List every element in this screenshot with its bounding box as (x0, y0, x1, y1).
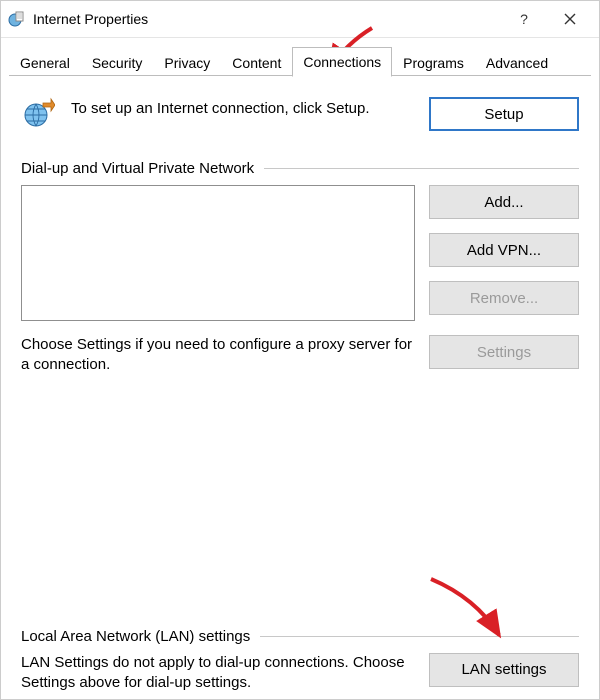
lan-heading: Local Area Network (LAN) settings (21, 628, 250, 645)
tabstrip: General Security Privacy Content Connect… (1, 38, 599, 77)
close-button[interactable] (547, 4, 593, 34)
tab-connections[interactable]: Connections (292, 47, 392, 77)
remove-button: Remove... (429, 281, 579, 315)
setup-button[interactable]: Setup (429, 97, 579, 131)
tab-content[interactable]: Content (221, 48, 292, 77)
add-button[interactable]: Add... (429, 185, 579, 219)
dialup-connections-listbox[interactable] (21, 185, 415, 321)
divider (264, 168, 579, 169)
help-button[interactable]: ? (501, 4, 547, 34)
tab-privacy[interactable]: Privacy (153, 48, 221, 77)
tab-advanced[interactable]: Advanced (475, 48, 559, 77)
tab-security[interactable]: Security (81, 48, 154, 77)
lan-settings-button[interactable]: LAN settings (429, 653, 579, 687)
connections-panel: To set up an Internet connection, click … (1, 77, 599, 700)
tab-general[interactable]: General (9, 48, 81, 77)
internet-properties-dialog: Internet Properties ? General Security P… (0, 0, 600, 700)
divider (260, 636, 579, 637)
dialup-heading: Dial-up and Virtual Private Network (21, 160, 254, 177)
add-vpn-button[interactable]: Add VPN... (429, 233, 579, 267)
tab-programs[interactable]: Programs (392, 48, 475, 77)
titlebar: Internet Properties ? (1, 1, 599, 38)
settings-button: Settings (429, 335, 579, 369)
lan-helper-text: LAN Settings do not apply to dial-up con… (21, 653, 415, 694)
internet-options-icon (7, 10, 25, 28)
globe-setup-icon (21, 97, 55, 134)
window-title: Internet Properties (33, 11, 501, 27)
setup-description: To set up an Internet connection, click … (71, 97, 413, 119)
proxy-helper-text: Choose Settings if you need to configure… (21, 335, 415, 376)
